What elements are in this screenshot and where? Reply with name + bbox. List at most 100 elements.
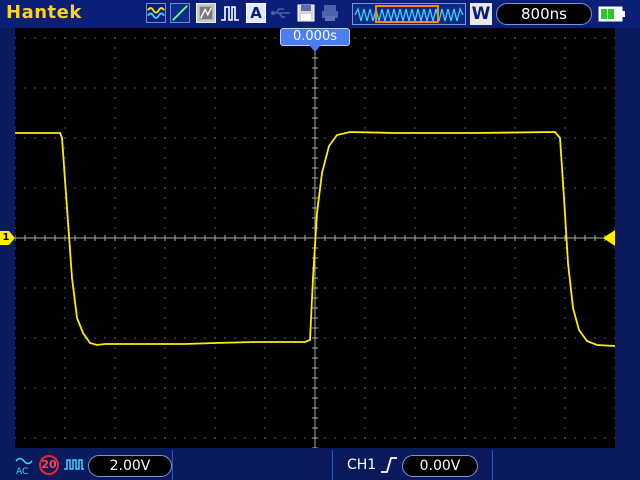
grid-dot [24,187,26,189]
memory-view-window[interactable] [375,5,439,23]
grid-dot [284,287,286,289]
grid-dot [564,277,566,279]
grid-dot [594,337,596,339]
grid-dot [414,297,416,299]
trigger-source-label[interactable]: CH1 [347,457,376,473]
grid-dot [64,157,66,159]
grid-dot [394,137,396,139]
grid-dot [464,327,466,329]
grid-dot [304,287,306,289]
pulse-icon[interactable] [220,3,240,23]
waveform-display[interactable] [15,28,615,448]
grid-dot [404,287,406,289]
grid-dot [534,437,536,439]
trigger-level-marker[interactable] [603,230,615,246]
signal-square-icon[interactable] [63,456,85,474]
grid-dot [514,407,516,409]
rising-edge-icon[interactable] [379,455,399,475]
grid-dot [164,217,166,219]
grid-dot [264,247,266,249]
grid-dot [164,117,166,119]
grid-dot [15,257,16,259]
grid-dot [134,37,136,39]
grid-dot [364,297,366,299]
grid-dot [114,147,116,149]
grid-dot [334,87,336,89]
grid-dot [15,407,16,409]
grid-dot [374,187,376,189]
grid-dot [564,297,566,299]
zoom-window-button[interactable]: W [470,3,492,25]
grid-dot [604,137,606,139]
trigger-level-readout[interactable]: 0.00V [402,455,478,477]
grid-dot [214,307,216,309]
grid-dot [144,37,146,39]
grid-dot [44,187,46,189]
grid-dot [514,57,516,59]
save-disk-icon[interactable] [296,3,316,23]
grid-dot [224,337,226,339]
grid-dot [594,287,596,289]
grid-dot [384,87,386,89]
grid-dot [564,387,566,389]
grid-dot [64,337,66,339]
grid-dot [454,337,456,339]
grid-dot [384,287,386,289]
grid-dot [114,307,116,309]
grid-dot [264,217,266,219]
grid-dot [84,287,86,289]
grid-dot [264,87,266,89]
grid-dot [74,37,76,39]
grid-dot [374,437,376,439]
grid-dot [514,377,516,379]
grid-dot [304,437,306,439]
timebase-readout[interactable]: 800ns [496,3,592,25]
svg-text:AC: AC [16,467,28,475]
grid-dot [264,177,266,179]
volts-per-div-readout[interactable]: 2.00V [88,455,172,477]
grid-dot [414,87,416,89]
bandwidth-limit-icon[interactable]: 20 [39,455,59,475]
grid-dot [414,107,416,109]
grid-dot [184,337,186,339]
grid-dot [264,157,266,159]
grid-dot [594,137,596,139]
grid-dot [464,437,466,439]
grid-dot [34,337,36,339]
trigger-position-readout[interactable]: 0.000s [280,28,350,46]
grid-dot [614,127,615,129]
grid-dot [514,427,516,429]
grid-dot [114,87,116,89]
grid-dot [534,37,536,39]
channel-1-marker-label: 1 [2,232,10,243]
grid-dot [614,317,615,319]
grid-dot [124,437,126,439]
grid-dot [384,387,386,389]
grid-dot [94,337,96,339]
trigger-position-pointer[interactable] [309,45,321,52]
grid-dot [504,187,506,189]
grid-dot [274,87,276,89]
grid-dot [464,47,466,49]
grid-dot [94,437,96,439]
grid-dot [554,87,556,89]
waveform-icon[interactable] [146,3,166,23]
ramp-icon[interactable] [170,3,190,23]
grid-dot [264,257,266,259]
grid-dot [564,327,566,329]
grid-dot [414,407,416,409]
persistence-icon[interactable] [196,3,216,23]
grid-dot [34,87,36,89]
grid-dot [364,267,366,269]
grid-dot [15,347,16,349]
memory-depth-strip[interactable] [352,3,466,25]
grid-dot [484,137,486,139]
grid-dot [214,207,216,209]
grid-dot [494,437,496,439]
grid-dot [264,107,266,109]
grid-dot [494,387,496,389]
grid-dot [484,437,486,439]
auto-icon[interactable]: A [246,3,266,23]
grid-dot [264,377,266,379]
ac-coupling-icon[interactable]: AC [14,455,34,475]
